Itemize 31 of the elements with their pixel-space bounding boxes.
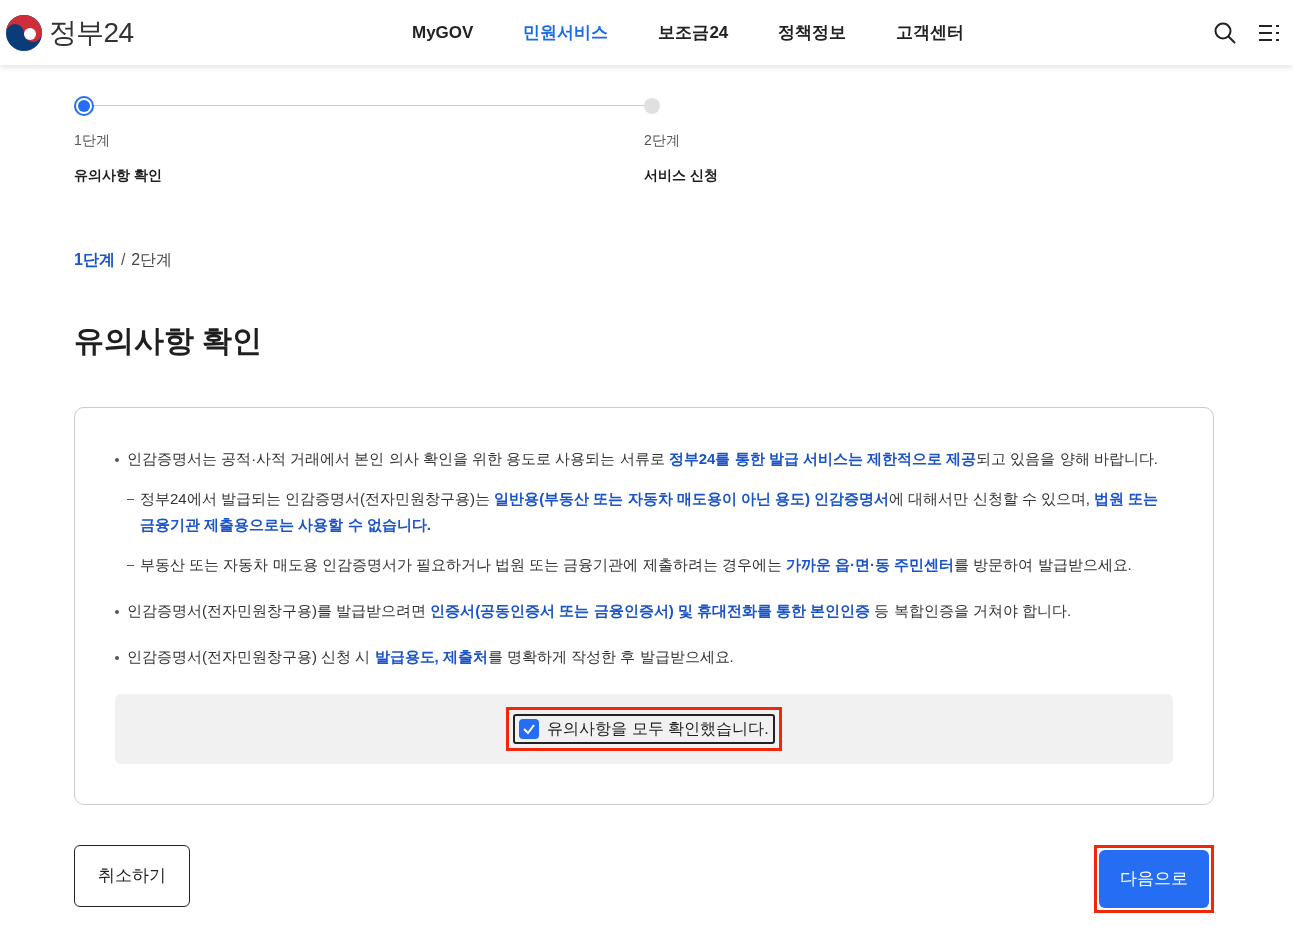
search-icon[interactable] [1214, 21, 1236, 44]
notice-text: 인감증명서(전자민원창구용) 신청 시 발급용도, 제출처를 명확하게 작성한 후 발급받으세요. [127, 647, 734, 667]
notice-text: 부동산 또는 자동차 매도용 인감증명서가 필요하거나 법원 또는 금융기관에 제출하려는 경우에는 가까운 읍·면·동 주민센터를 방문하여 발급받으세요. [140, 555, 1132, 575]
bullet-icon [115, 656, 119, 660]
notice-text: 정부24에서 발급되는 인감증명서(전자민원창구용)는 일반용(부동산 또는 자동차 매도용이 아닌 용도) 인감증명서에 대해서만 신청할 수 있으며, 법원 또는 금융기관 제출용으로는 사용할 수 없습니다. [140, 489, 1160, 535]
breadcrumb-separator: / [120, 250, 126, 270]
step-label: 유의사항 확인 [74, 166, 163, 185]
step-number: 1단계 [74, 131, 111, 150]
breadcrumb-step: 2단계 [131, 248, 173, 272]
page-title: 유의사항 확인 [74, 323, 264, 359]
nav-tab[interactable]: 고객센터 [896, 19, 965, 46]
logo-text[interactable]: 정부24 [49, 11, 134, 54]
logo-icon [5, 13, 43, 52]
nav-tab[interactable]: 정책정보 [778, 19, 847, 46]
step-number: 2단계 [644, 131, 681, 150]
dash-icon [127, 565, 134, 566]
dash-icon [127, 499, 134, 500]
next-button[interactable]: 다음으로 [1099, 850, 1209, 908]
confirm-checkbox[interactable]: 유의사항을 모두 확인했습니다. [513, 714, 775, 744]
menu-icon[interactable] [1258, 22, 1280, 43]
nav-tab[interactable]: 보조금24 [658, 19, 729, 46]
notice-text: 인감증명서(전자민원창구용)를 발급받으려면 인증서(공동인증서 또는 금융인증서) 및 휴대전화를 통한 본인인증 등 복합인증을 거쳐야 합니다. [127, 601, 1072, 621]
nav-tab[interactable]: 민원서비스 [523, 19, 609, 46]
step-label: 서비스 신청 [644, 166, 719, 185]
cancel-button[interactable]: 취소하기 [74, 845, 190, 907]
nav-tab[interactable]: MyGOV [412, 19, 474, 46]
bullet-icon [115, 610, 119, 614]
notice-text: 인감증명서는 공적·사적 거래에서 본인 의사 확인을 위한 용도로 사용되는 서류로 정부24를 통한 발급 서비스는 제한적으로 제공되고 있음을 양해 바랍니다. [127, 449, 1158, 469]
bullet-icon [115, 458, 119, 462]
breadcrumb-step: 1단계 [74, 248, 115, 272]
checkbox-icon[interactable] [519, 719, 540, 739]
